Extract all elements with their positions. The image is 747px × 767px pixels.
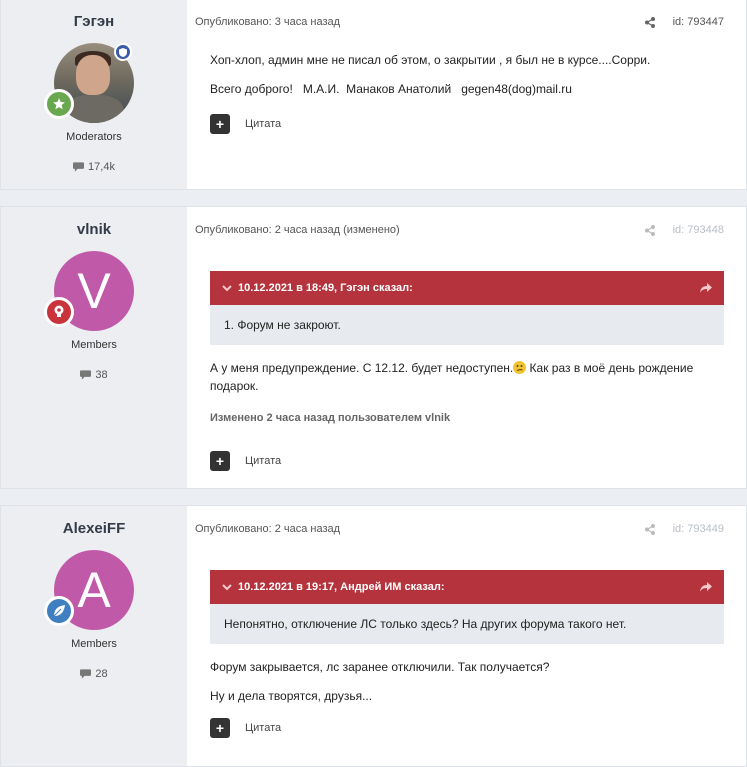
post-body: 10.12.2021 в 18:49, Гэгэн сказал: 1. Фор… <box>195 271 724 471</box>
bulb-badge-icon <box>44 297 74 327</box>
avatar-letter: V <box>77 263 111 319</box>
edited-note: Изменено 2 часа назад пользователем vlni… <box>210 412 451 424</box>
post-id[interactable]: id: 793447 <box>673 16 724 28</box>
post-count: 17,4k <box>73 161 115 173</box>
avatar-letter: A <box>77 562 111 618</box>
quote-button[interactable]: Цитата <box>245 115 281 133</box>
quote-header[interactable]: 10.12.2021 в 18:49, Гэгэн сказал: <box>210 271 724 305</box>
reply-arrow-icon[interactable] <box>700 582 712 592</box>
post-body: Хоп-хлоп, админ мне не писал об этом, о … <box>195 51 724 134</box>
published-time[interactable]: Опубликовано: 2 часа назад (изменено) <box>195 224 400 236</box>
post-author-panel: AlexeiFF A Members 28 <box>1 506 187 766</box>
share-icon[interactable] <box>644 523 655 535</box>
post-count-value: 17,4k <box>88 161 115 173</box>
published-time[interactable]: Опубликовано: 3 часа назад <box>195 16 340 28</box>
post: AlexeiFF A Members 28 Опубликовано: 2 ча… <box>0 505 747 767</box>
post-meta: Опубликовано: 2 часа назад id: 793449 <box>195 516 724 542</box>
confused-emoji-icon <box>513 361 527 374</box>
user-group: Moderators <box>66 131 122 143</box>
quote-text: 1. Форум не закроют. <box>210 305 724 345</box>
post-id[interactable]: id: 793449 <box>673 523 724 535</box>
post-content: Опубликовано: 2 часа назад (изменено) id… <box>187 207 746 488</box>
post-text-line: Форум закрывается, лс заранее отключили.… <box>210 660 550 674</box>
post-content: Опубликовано: 2 часа назад id: 793449 10… <box>187 506 746 766</box>
quote-button[interactable]: Цитата <box>245 719 281 737</box>
post-body: 10.12.2021 в 19:17, Андрей ИМ сказал: Не… <box>195 570 724 738</box>
author-name[interactable]: Гэгэн <box>74 13 114 33</box>
quote-header-text: 10.12.2021 в 19:17, Андрей ИМ сказал: <box>238 581 445 593</box>
author-name[interactable]: vlnik <box>77 221 111 241</box>
chevron-down-icon[interactable] <box>222 583 232 591</box>
quote-block: 10.12.2021 в 19:17, Андрей ИМ сказал: Не… <box>210 570 724 644</box>
quote-block: 10.12.2021 в 18:49, Гэгэн сказал: 1. Фор… <box>210 271 724 345</box>
share-icon[interactable] <box>644 16 655 28</box>
quote-header-text: 10.12.2021 в 18:49, Гэгэн сказал: <box>238 282 413 294</box>
post-text: А у меня предупреждение. С 12.12. будет … <box>210 359 724 395</box>
post-content: Опубликовано: 3 часа назад id: 793447 Хо… <box>187 0 746 189</box>
post-text-line: Ну и дела творятся, друзья... <box>210 689 373 703</box>
plus-icon[interactable]: + <box>210 718 230 738</box>
leaf-badge-icon <box>44 596 74 626</box>
user-group: Members <box>71 638 117 650</box>
chevron-down-icon[interactable] <box>222 284 232 292</box>
quote-action: + Цитата <box>210 718 724 738</box>
share-icon[interactable] <box>644 224 655 236</box>
quote-button[interactable]: Цитата <box>245 452 281 470</box>
published-time[interactable]: Опубликовано: 2 часа назад <box>195 523 340 535</box>
post: vlnik V Members 38 Опубликовано: 2 часа … <box>0 206 747 489</box>
plus-icon[interactable]: + <box>210 451 230 471</box>
plus-icon[interactable]: + <box>210 114 230 134</box>
user-group: Members <box>71 339 117 351</box>
post-meta: Опубликовано: 3 часа назад id: 793447 <box>195 9 724 35</box>
post-author-panel: vlnik V Members 38 <box>1 207 187 488</box>
post-id[interactable]: id: 793448 <box>673 224 724 236</box>
comment-icon <box>73 162 85 172</box>
reply-arrow-icon[interactable] <box>700 283 712 293</box>
quote-action: + Цитата <box>210 114 724 134</box>
avatar-wrapper <box>44 43 134 123</box>
post-meta: Опубликовано: 2 часа назад (изменено) id… <box>195 217 724 243</box>
comment-icon <box>80 669 92 679</box>
quote-header[interactable]: 10.12.2021 в 19:17, Андрей ИМ сказал: <box>210 570 724 604</box>
comment-icon <box>80 370 92 380</box>
author-name[interactable]: AlexeiFF <box>63 520 126 540</box>
avatar-wrapper: V <box>44 251 134 331</box>
post-count-value: 28 <box>95 668 108 680</box>
avatar-wrapper: A <box>44 550 134 630</box>
post-text-part: А у меня предупреждение. С 12.12. будет … <box>210 361 514 375</box>
post-count-value: 38 <box>95 369 108 381</box>
post-author-panel: Гэгэн Moderators 17,4k <box>1 0 187 189</box>
moderator-shield-icon <box>114 43 132 61</box>
post: Гэгэн Moderators 17,4k Опубликовано: 3 ч… <box>0 0 747 190</box>
post-count: 28 <box>80 668 108 680</box>
star-badge-icon <box>44 89 74 119</box>
post-text-line: Всего доброго! М.А.И. Манаков Анатолий g… <box>210 82 572 96</box>
post-text-line: Хоп-хлоп, админ мне не писал об этом, о … <box>210 53 651 67</box>
post-count: 38 <box>80 369 108 381</box>
quote-action: + Цитата <box>210 451 724 471</box>
quote-text: Непонятно, отключение ЛС только здесь? Н… <box>210 604 724 644</box>
